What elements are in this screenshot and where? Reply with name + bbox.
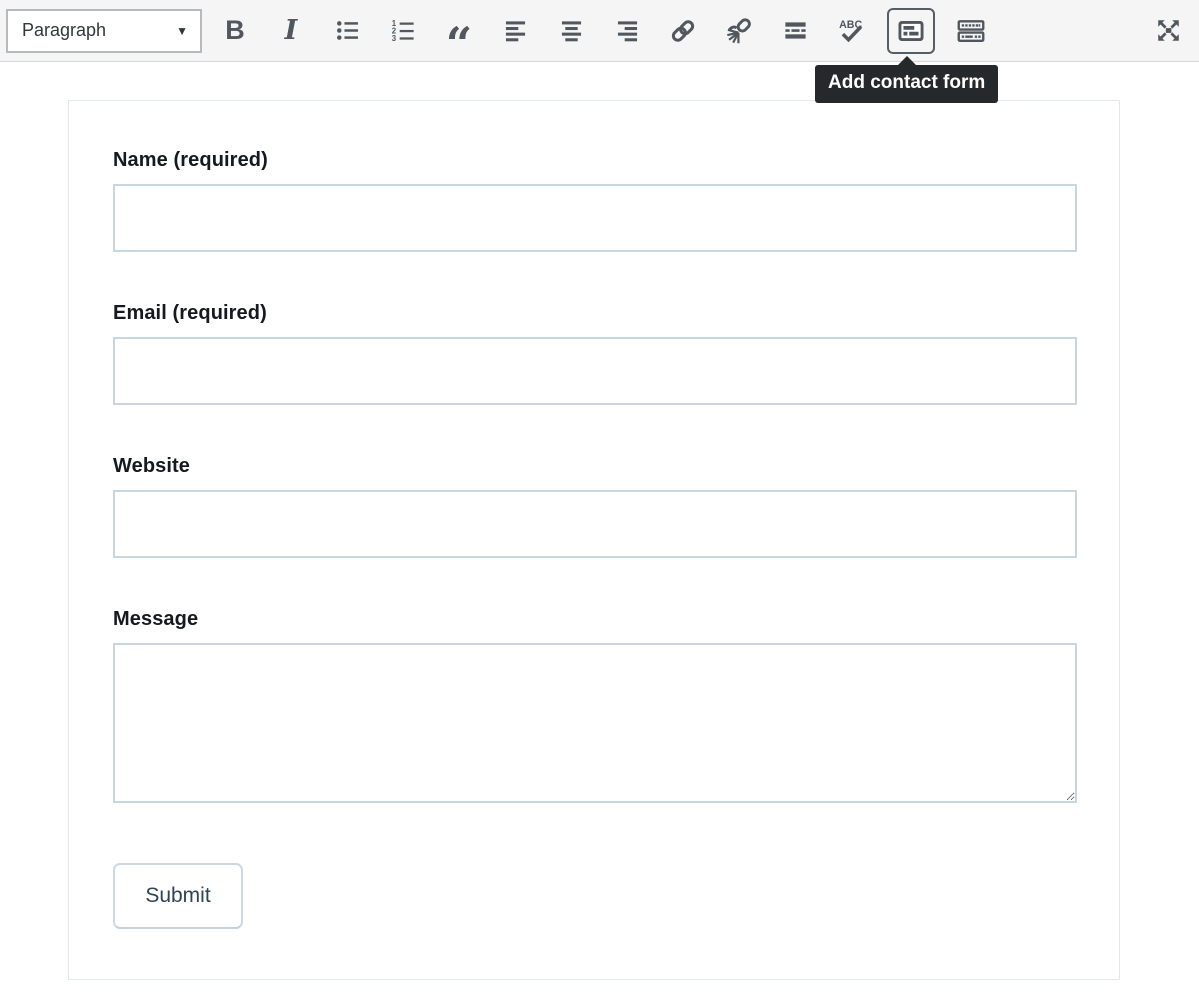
form-field-email: Email (required) [113, 302, 1077, 405]
contact-form: Name (required) Email (required) Website… [68, 100, 1120, 980]
align-left-button[interactable] [495, 9, 535, 53]
toolbar-toggle-icon [956, 16, 986, 46]
format-select[interactable]: Paragraph ▼ [6, 9, 202, 53]
name-input[interactable] [113, 184, 1077, 252]
fullscreen-icon [1154, 16, 1183, 45]
spellcheck-icon: ABC [836, 16, 866, 46]
read-more-icon [782, 17, 809, 44]
editor-canvas[interactable]: Name (required) Email (required) Website… [0, 100, 1199, 980]
field-label: Email (required) [113, 302, 1077, 325]
italic-icon: I [285, 15, 298, 46]
email-input[interactable] [113, 337, 1077, 405]
form-field-website: Website [113, 455, 1077, 558]
add-contact-form-button[interactable] [887, 8, 935, 54]
numbered-list-icon: 1 2 3 [390, 17, 417, 44]
link-button[interactable] [663, 9, 703, 53]
align-center-icon [558, 17, 585, 44]
add-contact-form-tooltip: Add contact form [815, 65, 998, 103]
bold-icon: B [225, 15, 245, 46]
align-center-button[interactable] [551, 9, 591, 53]
editor-toolbar: Paragraph ▼ B I 1 2 3 “ [0, 0, 1199, 62]
toolbar-toggle-button[interactable] [951, 9, 991, 53]
bullet-list-icon [334, 17, 361, 44]
field-label: Message [113, 608, 1077, 631]
unlink-button[interactable] [719, 9, 759, 53]
numbered-list-button[interactable]: 1 2 3 [383, 9, 423, 53]
read-more-button[interactable] [775, 9, 815, 53]
svg-text:3: 3 [391, 34, 396, 43]
align-right-icon [614, 17, 641, 44]
align-left-icon [502, 17, 529, 44]
blockquote-button[interactable]: “ [439, 9, 479, 53]
italic-button[interactable]: I [271, 9, 311, 53]
tooltip-text: Add contact form [828, 72, 985, 93]
link-icon [669, 17, 697, 45]
form-field-message: Message [113, 608, 1077, 803]
form-field-name: Name (required) [113, 149, 1077, 252]
bold-button[interactable]: B [215, 9, 255, 53]
align-right-button[interactable] [607, 9, 647, 53]
add-contact-form-icon [896, 16, 926, 46]
field-label: Name (required) [113, 149, 1077, 172]
spellcheck-button[interactable]: ABC [831, 9, 871, 53]
message-textarea[interactable] [113, 643, 1077, 803]
format-select-value: Paragraph [22, 20, 176, 41]
submit-button[interactable]: Submit [113, 863, 243, 929]
fullscreen-button[interactable] [1148, 9, 1188, 53]
chevron-down-icon: ▼ [176, 24, 188, 38]
bullet-list-button[interactable] [327, 9, 367, 53]
blockquote-icon: “ [446, 13, 472, 49]
unlink-icon [725, 17, 753, 45]
field-label: Website [113, 455, 1077, 478]
website-input[interactable] [113, 490, 1077, 558]
